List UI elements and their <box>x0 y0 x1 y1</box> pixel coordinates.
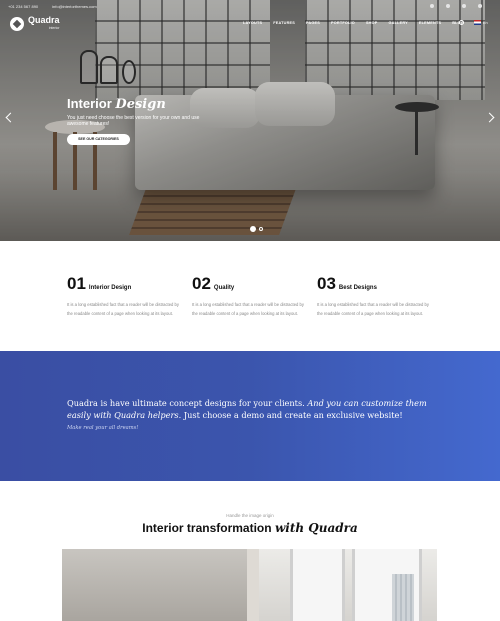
hero-title-plain: Interior <box>67 96 112 111</box>
logo-subtitle: interior <box>48 26 60 30</box>
topbar-email[interactable]: info@interiorthemes.com <box>52 4 97 9</box>
nav-item-shop[interactable]: SHOP <box>366 21 378 25</box>
section-title: Interior transformation with Quadra <box>0 521 500 535</box>
feature-title: Best Designs <box>338 285 377 291</box>
slider-dot[interactable] <box>250 226 256 232</box>
flag-icon <box>474 20 481 25</box>
feature-item: 01 Interior Design It is a long establis… <box>67 274 185 318</box>
feature-item: 02 Quality It is a long established fact… <box>192 274 310 318</box>
slider-dot[interactable] <box>259 227 263 231</box>
feature-text: It is a long established fact that a rea… <box>317 302 429 316</box>
twitter-icon[interactable] <box>446 4 450 8</box>
feature-number: 02 <box>192 274 211 293</box>
slider-dots <box>250 226 263 232</box>
search-icon[interactable] <box>459 20 464 25</box>
hero-title: Interior Design <box>67 96 166 112</box>
see-categories-button[interactable]: SEE OUR CATEGORIES <box>67 134 130 145</box>
social-icons <box>430 4 482 8</box>
logo[interactable]: Quadra interior <box>10 16 60 32</box>
feature-title: Quality <box>213 285 235 291</box>
main-nav: LAYOUTS FEATURES PAGES PORTFOLIO SHOP GA… <box>243 21 475 25</box>
hero-slider: +01 234 567 890 info@interiorthemes.com … <box>0 0 500 241</box>
feature-text: It is a long established fact that a rea… <box>67 302 179 316</box>
promo-text-part: Just choose a demo and create an exclusi… <box>183 410 403 420</box>
feature-text: It is a long established fact that a rea… <box>192 302 304 316</box>
nav-item-portfolio[interactable]: PORTFOLIO <box>331 21 355 25</box>
section-title-italic: with Quadra <box>274 521 358 535</box>
facebook-icon[interactable] <box>430 4 434 8</box>
promo-subline: Make real your all dreams! <box>67 425 139 431</box>
hero-title-italic: Design <box>115 97 166 112</box>
section-title-plain: Interior transformation <box>142 521 272 535</box>
section-caption: Handle the image origin <box>226 513 274 518</box>
promo-text-part: Quadra is have ultimate concept designs … <box>67 398 305 408</box>
feature-number: 03 <box>317 274 336 293</box>
topbar-phone: +01 234 567 890 <box>8 4 39 9</box>
nav-item-gallery[interactable]: GALLERY <box>389 21 408 25</box>
feature-number: 01 <box>67 274 86 293</box>
nav-item-elements[interactable]: ELEMENTS <box>419 21 441 25</box>
instagram-icon[interactable] <box>462 4 466 8</box>
logo-icon <box>10 17 24 31</box>
nav-item-layouts[interactable]: LAYOUTS <box>243 21 262 25</box>
feature-item: 03 Best Designs It is a long established… <box>317 274 435 318</box>
pinterest-icon[interactable] <box>478 4 482 8</box>
language-selector[interactable]: En <box>474 20 488 25</box>
promo-text: Quadra is have ultimate concept designs … <box>67 397 437 421</box>
nav-item-pages[interactable]: PAGES <box>306 21 320 25</box>
feature-title: Interior Design <box>88 285 132 291</box>
topbar-contact: +01 234 567 890 info@interiorthemes.com <box>8 4 97 9</box>
nav-item-features[interactable]: FEATURES <box>273 21 295 25</box>
language-label: En <box>483 20 488 25</box>
interior-image <box>62 549 437 621</box>
hero-subtitle: You just need choose the best version fo… <box>67 115 200 127</box>
